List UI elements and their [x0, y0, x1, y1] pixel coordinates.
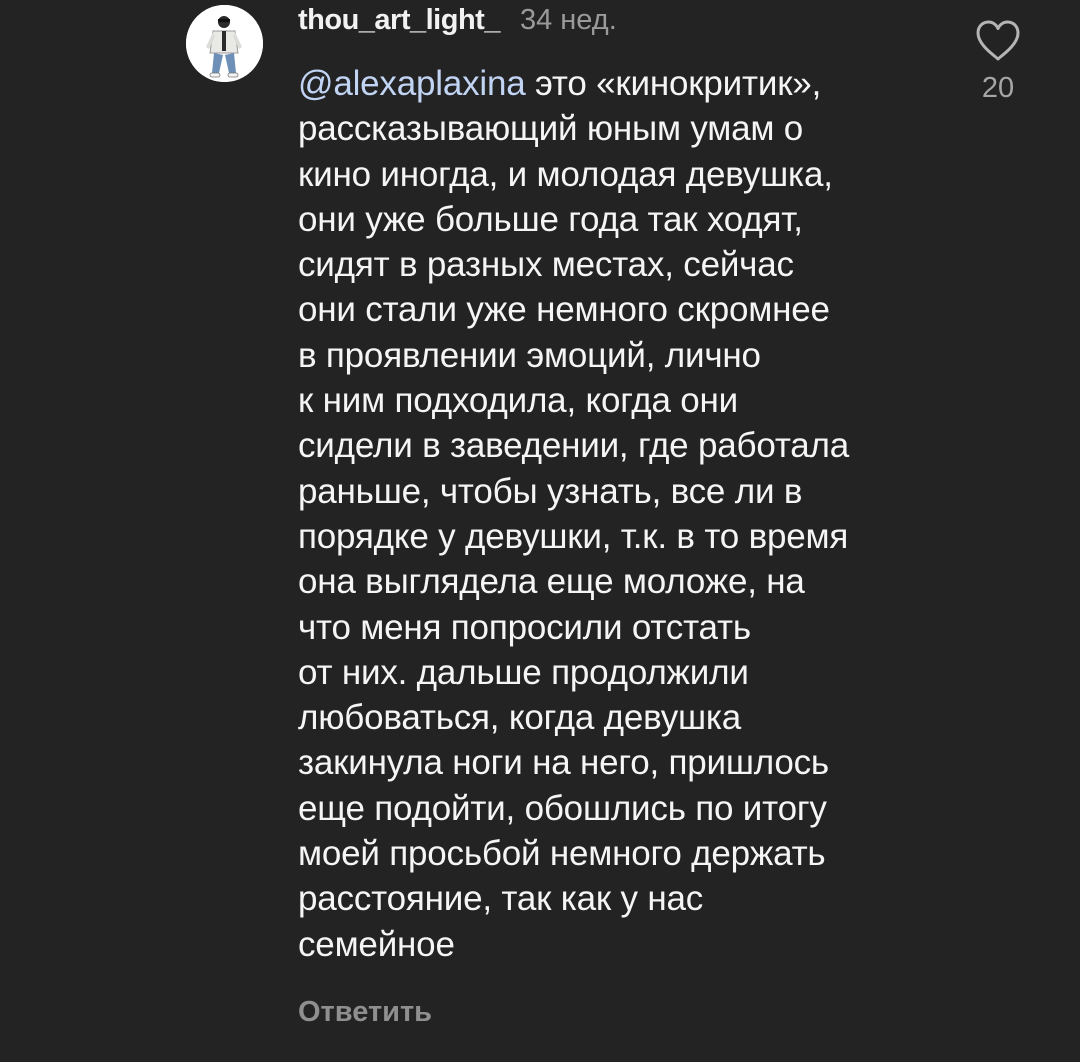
comment-header: thou_art_light_ 34 нед.: [298, 4, 617, 44]
comment-line: моей просьбой немного держать: [298, 834, 826, 874]
comment-line: порядке у девушки, т.к. в то время: [298, 516, 849, 556]
comment-line: от них. дальше продолжили: [298, 652, 749, 692]
comment-line: раньше, чтобы узнать, все ли в: [298, 471, 803, 511]
comment-line: в проявлении эмоций, лично: [298, 335, 761, 375]
comment-line: кино иногда, и молодая девушка,: [298, 154, 833, 194]
heart-outline-icon[interactable]: [975, 20, 1021, 62]
comment-line: еще подойти, обошлись по итогу: [298, 788, 827, 828]
comment-line: они стали уже немного скромнее: [298, 290, 830, 330]
comment-line: что меня попросили отстать: [298, 607, 751, 647]
comment-line: к ним подходила, когда они: [298, 381, 739, 421]
comment-line: закинула ноги на него, пришлось: [298, 743, 829, 783]
comment-timestamp: 34 нед.: [519, 4, 617, 36]
comment-line: рассказывающий юным умам о: [298, 109, 804, 149]
comment-line: любоваться, когда девушка: [298, 698, 742, 738]
comment-line: они уже больше года так ходят,: [298, 199, 803, 239]
like-count: 20: [981, 72, 1015, 104]
comment-item: thou_art_light_ 34 нед. @alexaplaxina эт…: [0, 0, 1080, 1062]
user-avatar[interactable]: [186, 5, 263, 82]
like-control: 20: [966, 20, 1030, 105]
comment-line: сидели в заведении, где работала: [298, 426, 850, 466]
comment-line-first: @alexaplaxina это «кинокритик»,: [298, 61, 958, 106]
avatar-image: [186, 5, 263, 82]
comment-text: @alexaplaxina это «кинокритик», рассказы…: [298, 61, 958, 967]
mention-link[interactable]: @alexaplaxina: [298, 64, 526, 103]
reply-button[interactable]: Ответить: [298, 996, 432, 1029]
username[interactable]: thou_art_light_: [298, 4, 500, 37]
comment-line: расстояние, так как у нас: [298, 879, 704, 919]
comment-line-text: это «кинокритик»,: [525, 64, 822, 103]
comment-line: семейное: [298, 924, 455, 964]
comment-line: сидят в разных местах, сейчас: [298, 245, 794, 285]
comment-line: она выглядела еще моложе, на: [298, 562, 805, 602]
